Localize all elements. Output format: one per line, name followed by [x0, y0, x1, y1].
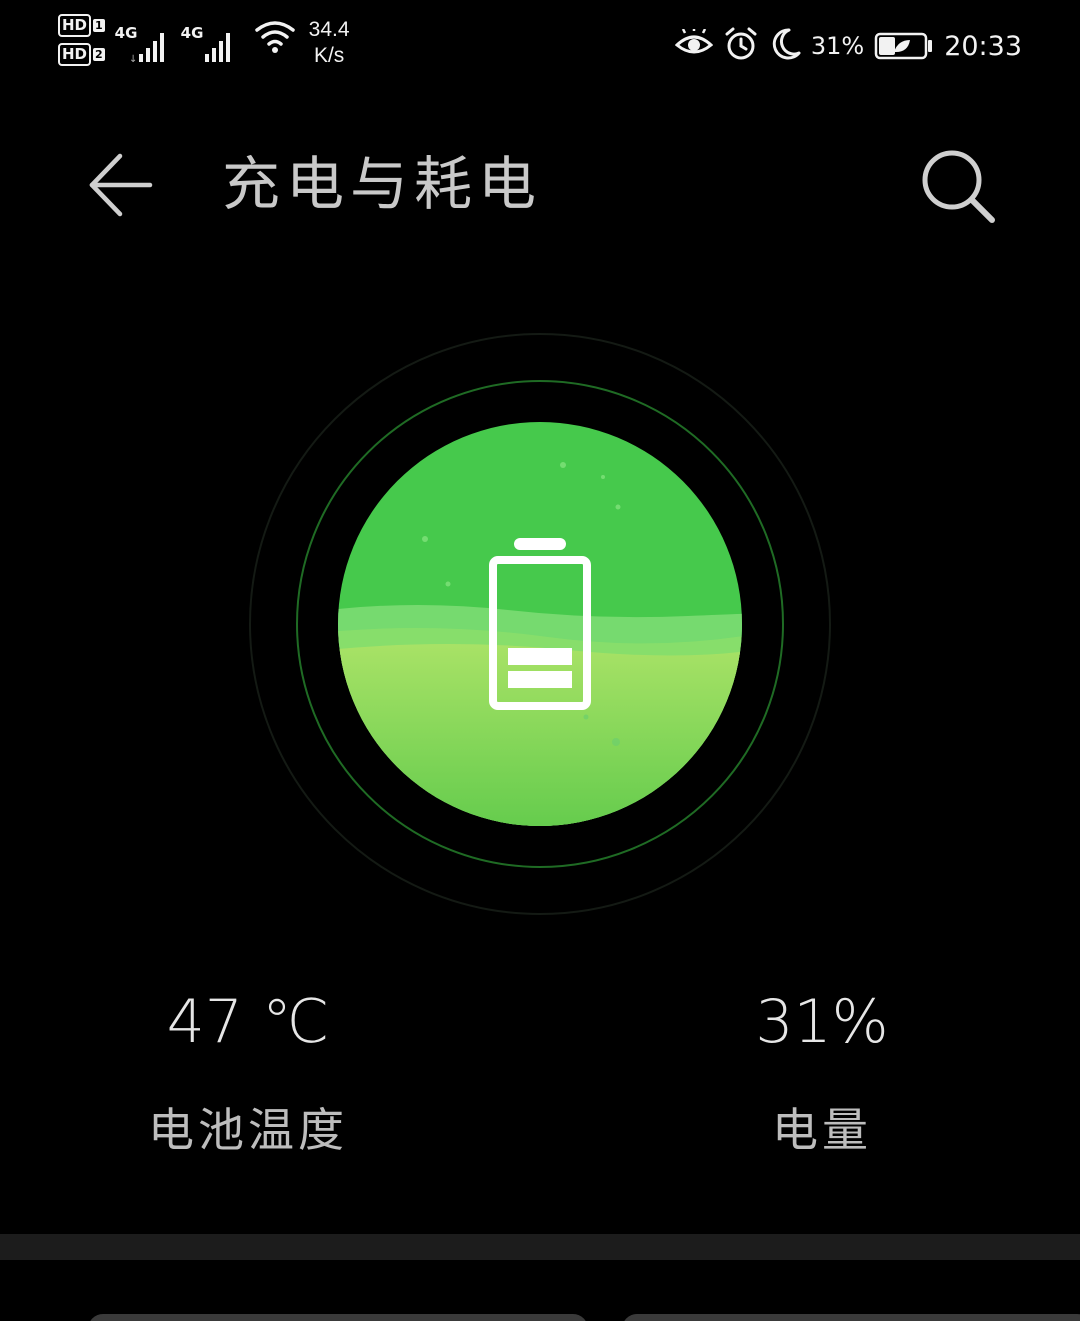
alarm-icon [723, 26, 759, 66]
eye-comfort-icon [674, 27, 714, 63]
battery-level-value: 31% [755, 987, 889, 1057]
cellular-signal-1-icon: 4G ↓ [115, 14, 171, 64]
wifi-icon [253, 14, 295, 64]
battery-level-label: 电量 [772, 1103, 872, 1157]
bottom-card-left[interactable] [88, 1314, 588, 1321]
battery-level-stat: 31% 电量 [642, 980, 1002, 1160]
status-bar-left: HD 1 HD 2 4G ↓ 4G 34.4 K/s [58, 14, 350, 80]
battery-level-visual [248, 332, 832, 916]
battery-fill-circle [338, 422, 742, 826]
hd-voice-icon: HD [58, 14, 92, 37]
power-saving-battery-icon [874, 32, 934, 60]
search-button[interactable] [918, 146, 1000, 228]
status-time: 20:33 [944, 30, 1022, 62]
bottom-card-right[interactable] [622, 1314, 1080, 1321]
temperature-label: 电池温度 [148, 1103, 348, 1157]
network-speed-unit: K/s [313, 44, 345, 67]
back-button[interactable] [86, 150, 156, 220]
network-speed: 34.4 K/s [309, 17, 350, 69]
network-speed-value: 34.4 [308, 18, 350, 41]
app-header: 充电与耗电 [0, 130, 1080, 240]
hd-voice-icon: HD [58, 43, 92, 66]
sim-indicators: HD 1 HD 2 [58, 14, 105, 66]
section-divider [0, 1234, 1080, 1260]
cellular-signal-2-icon: 4G [181, 14, 237, 64]
sim2-index: 2 [93, 48, 105, 61]
temperature-value: 47 ℃ [166, 987, 330, 1057]
do-not-disturb-icon [769, 27, 801, 65]
search-icon [922, 150, 995, 223]
battery-stats: 47 ℃ 电池温度 31% 电量 [0, 980, 1080, 1200]
sim1-index: 1 [93, 19, 105, 32]
svg-text:↓: ↓ [129, 54, 137, 64]
battery-level-bar [508, 671, 572, 688]
sim1-indicator: HD 1 [58, 14, 105, 37]
battery-level-bar [508, 648, 572, 665]
page-title: 充电与耗电 [222, 150, 543, 218]
status-bar-right: 31% 20:33 [674, 26, 1022, 66]
arrow-left-icon [89, 153, 153, 217]
screen: HD 1 HD 2 4G ↓ 4G 34.4 K/s 31% 20:33 充电与… [0, 0, 1080, 1321]
temperature-stat: 47 ℃ 电池温度 [68, 980, 428, 1160]
sim2-indicator: HD 2 [58, 43, 105, 66]
status-battery-percent: 31% [810, 32, 865, 60]
